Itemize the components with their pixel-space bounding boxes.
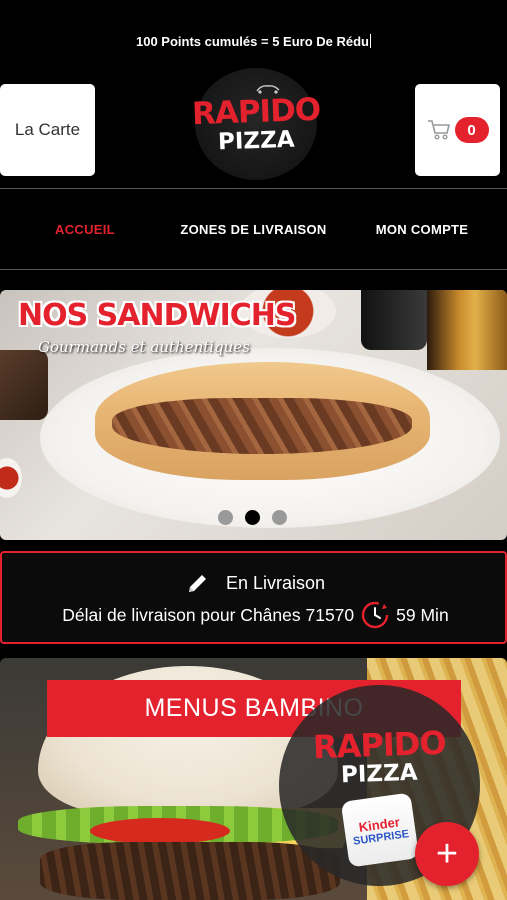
delivery-info[interactable]: En Livraison Délai de livraison pour Châ…: [0, 551, 507, 644]
logo-line2: PIZZA: [217, 126, 295, 156]
logo-line1: RAPIDO: [191, 91, 321, 133]
promo-text: 100 Points cumulés = 5 Euro De Rédu: [136, 34, 369, 49]
delivery-mode-label: En Livraison: [225, 572, 326, 593]
slider-subtitle: Gourmands et authentiques: [38, 338, 250, 356]
board-image: [0, 350, 48, 420]
slider-dot-active[interactable]: [245, 510, 260, 525]
divider-top: [0, 188, 507, 189]
slider-dots: [218, 510, 287, 525]
overlay-logo-line1: RAPIDO: [312, 723, 447, 767]
delivery-delay-row: Délai de livraison pour Chânes 71570 59 …: [2, 600, 507, 630]
tab-mon-compte[interactable]: MON COMPTE: [337, 222, 507, 237]
sauce-image: [0, 458, 22, 498]
cart-button[interactable]: 0: [415, 84, 500, 176]
slider-dot[interactable]: [272, 510, 287, 525]
clock-icon: [361, 601, 389, 629]
sandwich-meat-image: [112, 398, 412, 454]
delivery-delay-text: Délai de livraison pour Chânes 71570: [62, 604, 355, 625]
patty-image: [40, 842, 340, 900]
promo-slider[interactable]: NOS SANDWICHS Gourmands et authentiques: [0, 290, 507, 540]
overlay-logo-line2: PIZZA: [340, 759, 419, 789]
plus-icon: +: [435, 833, 459, 875]
slider-title: NOS SANDWICHS: [18, 298, 296, 333]
pencil-icon: [188, 575, 206, 592]
add-floating-button[interactable]: +: [415, 822, 479, 886]
drink-image: [427, 290, 507, 370]
bottle-image: [361, 290, 427, 350]
cart-icon: [427, 120, 450, 140]
la-carte-button[interactable]: La Carte: [0, 84, 95, 176]
cart-count-badge: 0: [454, 117, 489, 143]
tab-zones-de-livraison[interactable]: ZONES DE LIVRAISON: [170, 222, 337, 237]
tab-accueil[interactable]: ACCUEIL: [0, 222, 170, 237]
rapido-pizza-logo[interactable]: RAPIDO PIZZA: [191, 68, 321, 180]
divider-bottom: [0, 269, 507, 270]
kinder-surprise-image: Kinder SURPRISE: [340, 792, 419, 868]
la-carte-label: La Carte: [14, 120, 81, 139]
delivery-duration: 59 Min: [396, 604, 449, 625]
logo-scooter-icon: [256, 85, 280, 94]
header: La Carte RAPIDO PIZZA 0: [0, 60, 507, 188]
tomato-image: [90, 818, 230, 844]
delivery-mode-row: En Livraison: [2, 571, 507, 595]
main-nav: ACCUEIL ZONES DE LIVRAISON MON COMPTE: [0, 190, 507, 269]
promo-banner: 100 Points cumulés = 5 Euro De Rédu: [0, 34, 507, 49]
text-caret: [370, 34, 371, 48]
slider-dot[interactable]: [218, 510, 233, 525]
